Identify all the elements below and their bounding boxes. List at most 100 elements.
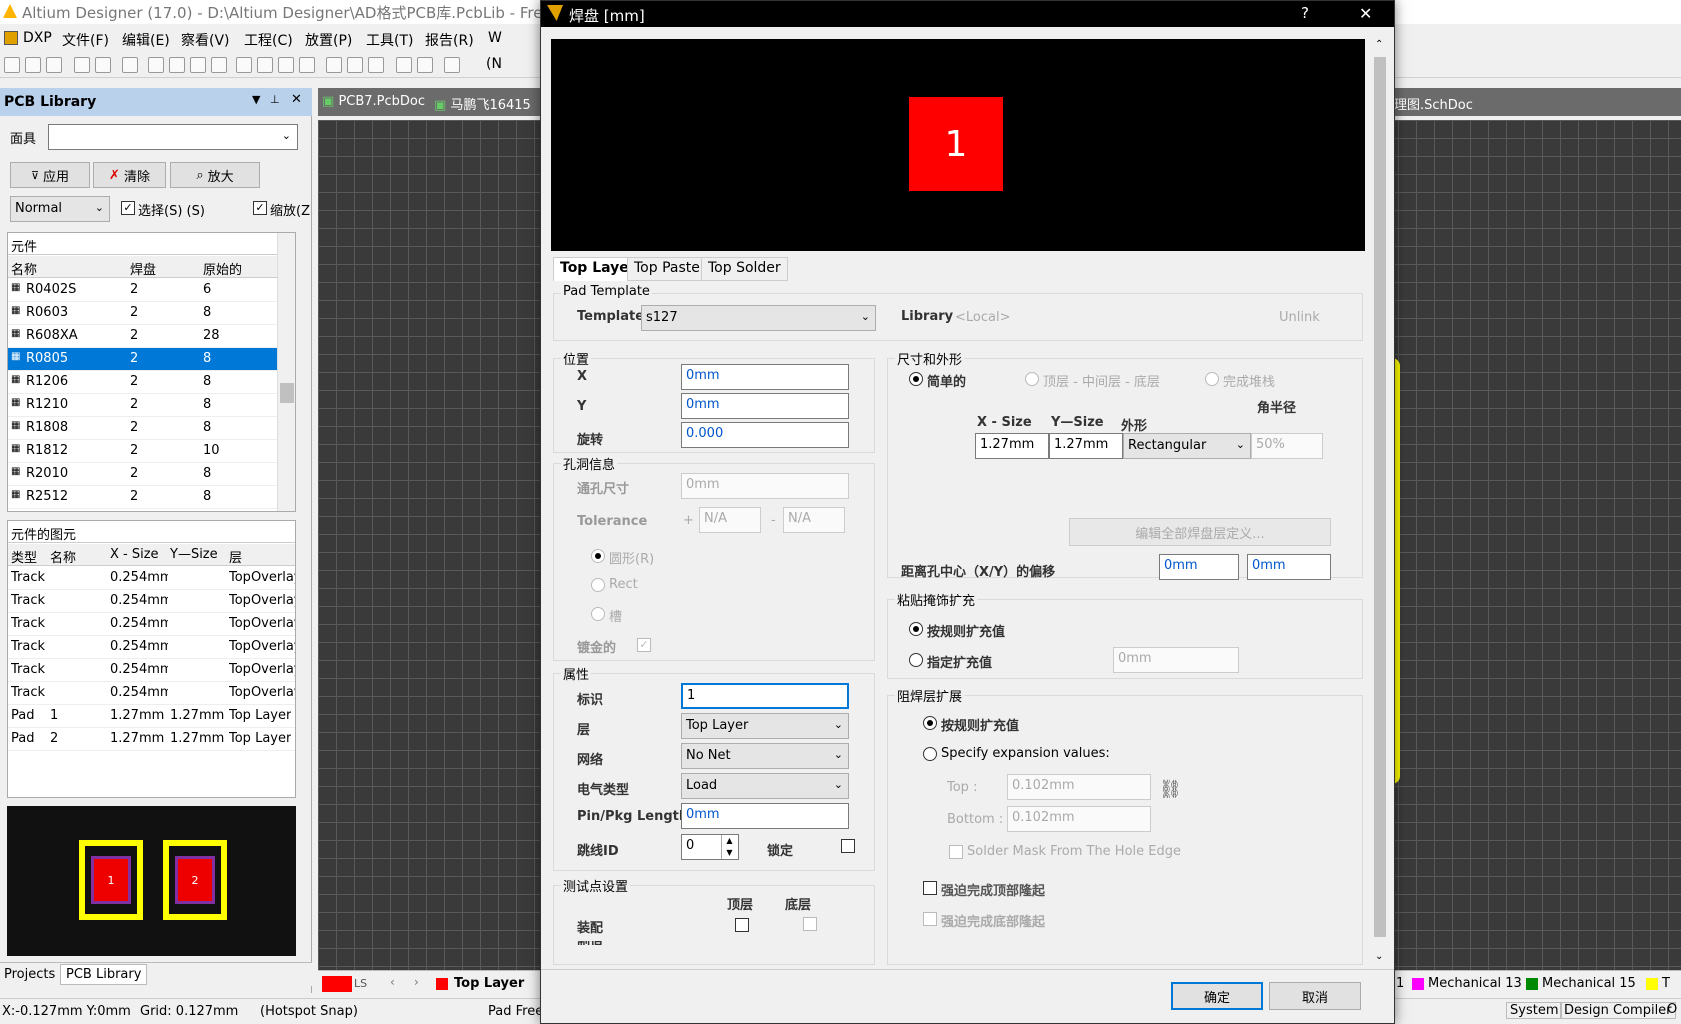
- col-ysize[interactable]: Y—Size: [170, 547, 218, 562]
- locked-checkbox[interactable]: [841, 839, 855, 853]
- tab-projects[interactable]: Projects: [4, 967, 55, 982]
- solder-bottom-input[interactable]: 0.102mm: [1007, 806, 1151, 832]
- component-row[interactable]: ▦ R1206 2 8: [8, 371, 278, 394]
- redo-icon[interactable]: [417, 57, 433, 73]
- menu-report[interactable]: 报告(R): [425, 30, 474, 50]
- col-type[interactable]: 类型: [11, 547, 37, 566]
- assembly-top-checkbox[interactable]: [735, 918, 749, 932]
- slot-radio[interactable]: [591, 607, 605, 621]
- tab-top-paste[interactable]: Top Paste: [627, 257, 707, 281]
- full-stack-radio[interactable]: [1205, 372, 1219, 386]
- primitive-row[interactable]: Track 0.254mm TopOverlay: [8, 682, 295, 705]
- ls-label[interactable]: LS: [354, 977, 367, 990]
- copy-icon[interactable]: [257, 57, 273, 73]
- ok-button[interactable]: 确定: [1171, 982, 1263, 1010]
- menu-view[interactable]: 察看(V): [181, 30, 230, 50]
- y-size-input[interactable]: 1.27mm: [1049, 433, 1123, 459]
- status-system[interactable]: System: [1506, 1002, 1563, 1019]
- current-layer-tab[interactable]: Top Layer: [454, 976, 524, 991]
- col-name[interactable]: 名称: [11, 259, 37, 278]
- component-row[interactable]: ▦ R1812 2 10: [8, 440, 278, 463]
- menu-file[interactable]: 文件(F): [62, 30, 109, 50]
- grid-icon[interactable]: [444, 57, 460, 73]
- menu-project[interactable]: 工程(C): [244, 30, 293, 50]
- primitive-row[interactable]: Track 0.254mm TopOverlay: [8, 590, 295, 613]
- layer-color-swatch[interactable]: [322, 976, 352, 992]
- primitive-row[interactable]: Pad 2 1.27mm 1.27mm Top Layer: [8, 728, 295, 751]
- scroll-thumb[interactable]: [280, 383, 294, 403]
- offset-x-input[interactable]: 0mm: [1159, 554, 1239, 580]
- mode-select[interactable]: Normal ⌄: [10, 196, 110, 222]
- menu-place[interactable]: 放置(P): [305, 30, 352, 50]
- panel-close-icon[interactable]: ✕: [291, 92, 302, 107]
- paste-icon[interactable]: [278, 57, 294, 73]
- component-row[interactable]: ▦ R0805 2 8: [8, 348, 278, 371]
- component-row[interactable]: ▦ R608XA 2 28: [8, 325, 278, 348]
- components-scrollbar[interactable]: [277, 233, 295, 511]
- round-radio[interactable]: [591, 549, 605, 563]
- edit-full-pad-layer-button[interactable]: 编辑全部焊盘层定义...: [1069, 518, 1331, 546]
- col-pads[interactable]: 焊盘: [130, 259, 156, 278]
- primitive-row[interactable]: Track 0.254mm TopOverlay: [8, 636, 295, 659]
- menu-tools[interactable]: 工具(T): [366, 30, 413, 50]
- simple-radio[interactable]: [909, 372, 923, 386]
- layer-prev-icon[interactable]: ‹: [390, 975, 395, 989]
- col-xsize[interactable]: X - Size: [110, 547, 159, 562]
- cancel-button[interactable]: 取消: [1269, 982, 1361, 1010]
- y-input[interactable]: 0mm: [681, 393, 849, 419]
- net-select[interactable]: No Net ⌄: [681, 743, 849, 769]
- x-input[interactable]: 0mm: [681, 364, 849, 390]
- solder-top-input[interactable]: 0.102mm: [1007, 774, 1151, 800]
- pin-icon[interactable]: ⊥: [270, 93, 280, 106]
- col-primitives[interactable]: 原始的: [203, 259, 242, 278]
- zoom-out-icon[interactable]: [169, 57, 185, 73]
- cut-icon[interactable]: [236, 57, 252, 73]
- move-icon[interactable]: [347, 57, 363, 73]
- folder-icon[interactable]: [122, 57, 138, 73]
- plated-checkbox[interactable]: ✓: [637, 638, 651, 652]
- rubber-stamp-icon[interactable]: [299, 57, 315, 73]
- electrical-type-select[interactable]: Load ⌄: [681, 773, 849, 799]
- dialog-close-icon[interactable]: ✕: [1359, 4, 1372, 23]
- menu-window[interactable]: W: [488, 30, 502, 46]
- component-row[interactable]: ▦ R2010 2 8: [8, 463, 278, 486]
- select-checkbox[interactable]: ✓: [121, 201, 135, 215]
- dialog-scroll-thumb[interactable]: [1374, 57, 1386, 937]
- link-chain-icon[interactable]: ⛓: [1159, 779, 1182, 800]
- tab-top-solder[interactable]: Top Solder: [701, 257, 788, 281]
- primitive-row[interactable]: Track 0.254mm TopOverlay: [8, 613, 295, 636]
- rect-radio[interactable]: [591, 578, 605, 592]
- tab-schdoc[interactable]: 理图.SchDoc: [1394, 94, 1473, 113]
- paste-value-input[interactable]: 0mm: [1113, 647, 1239, 673]
- component-row[interactable]: ▦ R1210 2 8: [8, 394, 278, 417]
- save-icon[interactable]: [46, 57, 62, 73]
- layer-tab-mech15[interactable]: Mechanical 15: [1542, 976, 1636, 991]
- clear-button[interactable]: ✗ 清除: [93, 162, 166, 188]
- pin-pkg-length-input[interactable]: 0mm: [681, 803, 849, 829]
- layer-next-icon[interactable]: ›: [414, 975, 419, 989]
- component-row[interactable]: ▦ R0603 2 8: [8, 302, 278, 325]
- tol-minus-input[interactable]: N/A: [783, 507, 845, 533]
- jumper-spinner[interactable]: ▲ ▼: [721, 835, 737, 859]
- col-layer[interactable]: 层: [229, 547, 242, 566]
- tab-mpf[interactable]: ▣ 马鹏飞16415: [434, 94, 531, 113]
- force-bottom-checkbox[interactable]: [923, 912, 937, 926]
- tab-pcb7[interactable]: ▣ PCB7.PcbDoc: [322, 94, 425, 109]
- zoom-fit-icon[interactable]: [190, 57, 206, 73]
- shape-select[interactable]: Rectangular ⌄: [1123, 433, 1251, 459]
- apply-button[interactable]: ⊽ 应用: [10, 162, 90, 188]
- new-icon[interactable]: [4, 57, 20, 73]
- from-hole-edge-checkbox[interactable]: [949, 845, 963, 859]
- paste-specify-radio[interactable]: [909, 653, 923, 667]
- zoom-button[interactable]: ⌕ 放大: [170, 162, 260, 188]
- solder-rule-radio[interactable]: [923, 716, 937, 730]
- force-top-checkbox[interactable]: [923, 881, 937, 895]
- zoom-area-icon[interactable]: [211, 57, 227, 73]
- dialog-scrollbar[interactable]: ⌃ ⌄: [1371, 39, 1389, 969]
- menu-edit[interactable]: 编辑(E): [122, 30, 170, 50]
- scroll-up-icon[interactable]: ⌃: [1375, 39, 1383, 50]
- solder-specify-radio[interactable]: [923, 747, 937, 761]
- layer-tab-mech13[interactable]: Mechanical 13: [1428, 976, 1522, 991]
- primitive-row[interactable]: Track 0.254mm TopOverlay: [8, 659, 295, 682]
- layer-select[interactable]: Top Layer ⌄: [681, 713, 849, 739]
